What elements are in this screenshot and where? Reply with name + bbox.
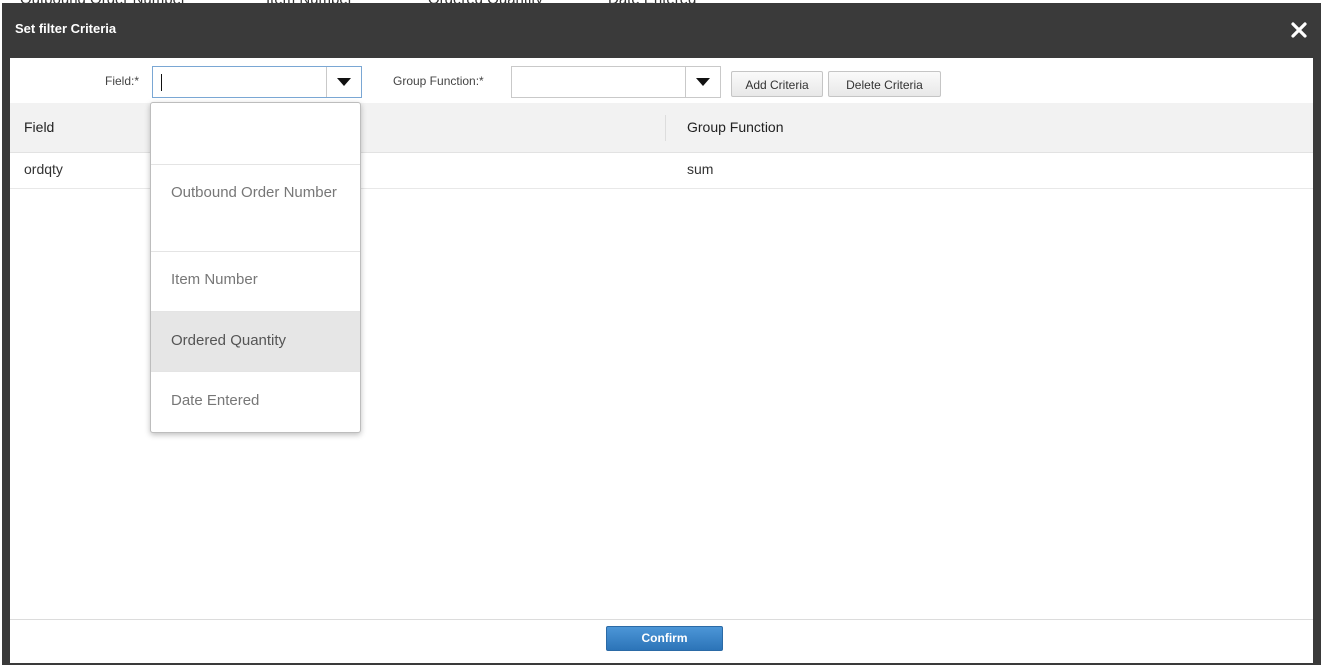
dropdown-option-date-entered[interactable]: Date Entered	[151, 372, 360, 432]
group-function-dropdown-arrow[interactable]	[685, 67, 720, 97]
field-dropdown-arrow[interactable]	[326, 67, 361, 97]
dropdown-option-empty[interactable]	[151, 103, 360, 165]
chevron-down-icon	[337, 78, 351, 86]
cell-group-function: sum	[687, 161, 714, 177]
chevron-down-icon	[696, 78, 710, 86]
dialog-footer: Confirm	[10, 619, 1313, 663]
dropdown-option-outbound-order-number[interactable]: Outbound Order Number	[151, 165, 360, 252]
delete-criteria-button[interactable]: Delete Criteria	[828, 71, 941, 97]
group-function-combobox[interactable]	[511, 66, 721, 98]
column-separator	[665, 115, 666, 141]
group-function-input[interactable]	[512, 67, 686, 97]
text-caret	[161, 74, 162, 91]
add-criteria-button[interactable]: Add Criteria	[731, 71, 823, 97]
field-label: Field:*	[105, 74, 140, 88]
column-header-group-function[interactable]: Group Function	[687, 119, 784, 135]
field-combobox[interactable]	[152, 66, 362, 98]
dialog-titlebar: Set filter Criteria	[2, 3, 1321, 58]
field-dropdown-list: Outbound Order Number Item Number Ordere…	[150, 102, 361, 433]
field-input[interactable]	[153, 67, 327, 97]
group-function-label: Group Function:*	[393, 74, 484, 88]
dialog-title: Set filter Criteria	[15, 21, 117, 36]
close-icon[interactable]	[1289, 20, 1309, 40]
column-header-field[interactable]: Field	[24, 119, 54, 135]
dropdown-option-item-number[interactable]: Item Number	[151, 252, 360, 312]
confirm-button[interactable]: Confirm	[606, 626, 723, 651]
cell-field: ordqty	[24, 161, 63, 177]
dropdown-option-ordered-quantity[interactable]: Ordered Quantity	[151, 312, 360, 372]
